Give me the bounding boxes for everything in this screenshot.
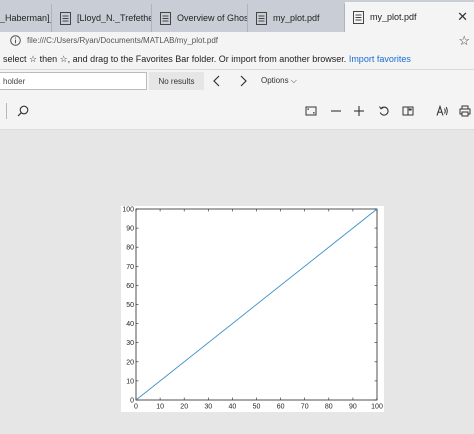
find-input[interactable]	[0, 72, 147, 90]
x-tick-label: 10	[156, 404, 164, 411]
find-options-dropdown[interactable]: Options ⌵	[261, 76, 297, 86]
series-line	[135, 208, 378, 401]
find-bar: No results Options ⌵	[0, 69, 474, 95]
tab-trefethen[interactable]: [Lloyd_N._Trefethen,_Da	[52, 4, 152, 32]
pdf-viewer[interactable]: 0 10 20 30 40 50 60 70 80 90 100 0 10 20 30 40 50 60 70 80 9…	[0, 130, 474, 434]
read-aloud-icon[interactable]	[436, 105, 448, 117]
y-tick-label: 40	[126, 321, 134, 328]
tab-haberman[interactable]: _Haberman]_Ap	[0, 4, 52, 32]
pdf-toolbar	[0, 94, 474, 130]
close-tab-icon[interactable]: ✕	[457, 9, 468, 25]
find-previous-button[interactable]	[209, 73, 225, 89]
pdf-document-icon	[256, 11, 267, 25]
page-view-icon[interactable]	[402, 105, 414, 117]
tab-my-plot-active[interactable]: my_plot.pdf ✕	[345, 2, 474, 32]
document-icon	[160, 11, 171, 25]
x-tick-label: 40	[229, 404, 237, 411]
tab-label: [Lloyd_N._Trefethen,_Da	[77, 13, 151, 23]
tab-strip: _Haberman]_Ap [Lloyd_N._Trefethen,_Da Ov…	[0, 0, 474, 32]
x-tick-label: 20	[180, 404, 188, 411]
toolbar-divider	[6, 103, 7, 119]
x-tick-label: 60	[277, 404, 285, 411]
address-bar: file:///C:/Users/Ryan/Documents/MATLAB/m…	[0, 32, 474, 51]
favorite-star-icon[interactable]: ☆	[458, 33, 470, 49]
y-tick-label: 0	[130, 398, 134, 405]
import-favorites-link[interactable]: Import favorites	[349, 54, 411, 64]
search-icon[interactable]	[17, 105, 29, 117]
address-url[interactable]: file:///C:/Users/Ryan/Documents/MATLAB/m…	[27, 36, 218, 45]
y-tick-label: 70	[126, 264, 134, 271]
line-plot: 0 10 20 30 40 50 60 70 80 90 100 0 10 20 30 40 50 60 70 80 9…	[122, 207, 383, 411]
chevron-right-icon	[240, 75, 247, 87]
pdf-document-icon	[353, 10, 364, 24]
tab-my-plot[interactable]: my_plot.pdf	[248, 4, 345, 32]
tab-ghostscript[interactable]: Overview of Ghostscrip	[152, 4, 248, 32]
zoom-in-icon[interactable]	[353, 105, 365, 117]
pdf-page: 0 10 20 30 40 50 60 70 80 90 100 0 10 20 30 40 50 60 70 80 9…	[121, 206, 384, 412]
rotate-icon[interactable]	[378, 105, 390, 117]
info-icon[interactable]	[10, 35, 21, 46]
favorites-message-row: select ☆ then ☆, and drag to the Favorit…	[3, 54, 411, 65]
x-tick-label: 0	[134, 404, 138, 411]
y-tick-label: 30	[126, 340, 134, 347]
x-tick-label: 70	[301, 404, 309, 411]
x-tick-label: 30	[204, 404, 212, 411]
tab-label: my_plot.pdf	[273, 13, 320, 23]
print-icon[interactable]	[459, 105, 471, 117]
y-tick-label: 90	[126, 226, 134, 233]
y-tick-label: 10	[126, 378, 134, 385]
favorites-bar: select ☆ then ☆, and drag to the Favorit…	[0, 50, 474, 69]
y-tick-label: 80	[126, 245, 134, 252]
zoom-out-icon[interactable]	[330, 105, 342, 117]
y-tick-label: 60	[126, 283, 134, 290]
x-tick-label: 50	[253, 404, 261, 411]
favorites-message: select ☆ then ☆, and drag to the Favorit…	[3, 54, 347, 64]
x-tick-label: 90	[349, 404, 357, 411]
x-tick-label: 80	[325, 404, 333, 411]
tab-label: _Haberman]_Ap	[0, 13, 51, 23]
tab-label: Overview of Ghostscrip	[177, 13, 247, 23]
tab-label: my_plot.pdf	[370, 12, 417, 22]
find-results: No results	[149, 72, 204, 90]
y-tick-label: 50	[126, 302, 134, 309]
y-tick-label: 100	[122, 207, 134, 214]
x-tick-label: 100	[371, 404, 383, 411]
find-next-button[interactable]	[235, 73, 251, 89]
y-tick-label: 20	[126, 359, 134, 366]
fit-page-icon[interactable]	[305, 105, 317, 117]
chevron-left-icon	[213, 75, 220, 87]
document-icon	[60, 11, 71, 25]
